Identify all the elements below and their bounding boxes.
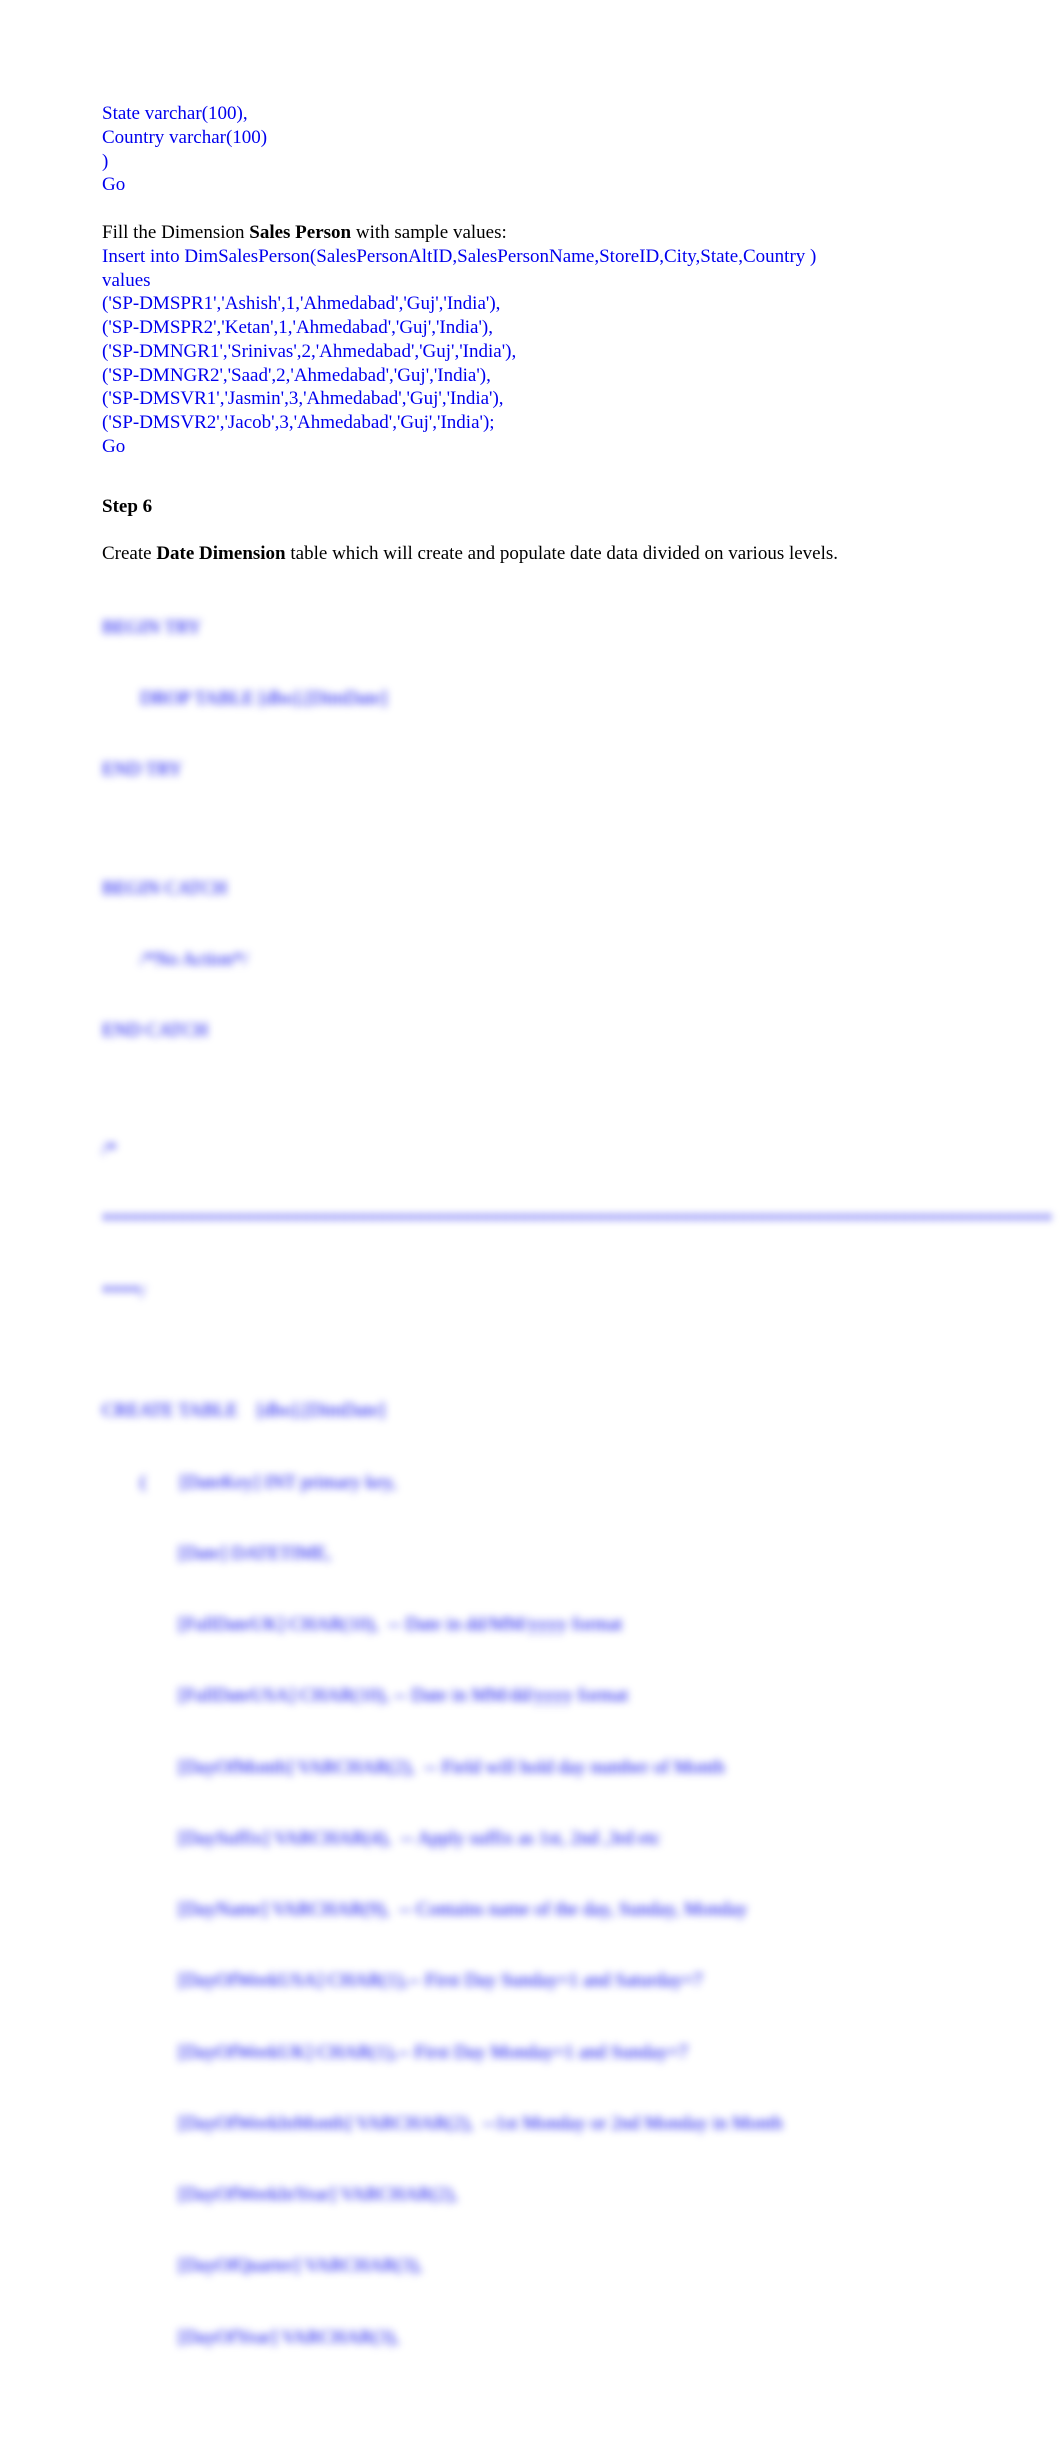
code-line: ) bbox=[102, 150, 960, 174]
code-line: [FullDateUSA] CHAR(10), -- Date in MM/dd… bbox=[102, 1684, 960, 1708]
fill-bold: Sales Person bbox=[249, 222, 351, 243]
code-line: /*No Action*/ bbox=[102, 948, 960, 972]
code-line: [DayOfMonth] VARCHAR(2), -- Field will h… bbox=[102, 1756, 960, 1780]
code-line: [Date] DATETIME, bbox=[102, 1542, 960, 1566]
code-line: Country varchar(100) bbox=[102, 126, 960, 150]
code-line: Go bbox=[102, 435, 960, 459]
code-line: CREATE TABLE [dbo].[DimDate] bbox=[102, 1399, 960, 1423]
code-line: DROP TABLE [dbo].[DimDate] bbox=[102, 687, 960, 711]
step6-description: Create Date Dimension table which will c… bbox=[102, 542, 960, 566]
code-line: values bbox=[102, 269, 960, 293]
code-line: ('SP-DMNGR1','Srinivas',2,'Ahmedabad','G… bbox=[102, 340, 960, 364]
step6-heading: Step 6 bbox=[102, 495, 960, 519]
code-line: [FullDateUK] CHAR(10), -- Date in dd/MM/… bbox=[102, 1613, 960, 1637]
code-line: Go bbox=[102, 173, 960, 197]
step6-desc-prefix: Create bbox=[102, 543, 156, 564]
code-line: BEGIN TRY bbox=[102, 616, 960, 640]
code-line: ('SP-DMSVR2','Jacob',3,'Ahmedabad','Guj'… bbox=[102, 411, 960, 435]
code-line: State varchar(100), bbox=[102, 102, 960, 126]
fill-suffix: with sample values: bbox=[351, 222, 507, 243]
code-line: [DayOfYear] VARCHAR(3), bbox=[102, 2326, 960, 2350]
code-block-2: Insert into DimSalesPerson(SalesPersonAl… bbox=[102, 245, 960, 459]
code-line: END CATCH bbox=[102, 1019, 960, 1043]
code-line: Insert into DimSalesPerson(SalesPersonAl… bbox=[102, 245, 960, 269]
code-line: ('SP-DMNGR2','Saad',2,'Ahmedabad','Guj',… bbox=[102, 364, 960, 388]
fill-dimension-label: Fill the Dimension Sales Person with sam… bbox=[102, 221, 960, 245]
code-line: ****/ bbox=[102, 1281, 960, 1305]
code-line: END TRY bbox=[102, 758, 960, 782]
code-line: ('SP-DMSPR1','Ashish',1,'Ahmedabad','Guj… bbox=[102, 292, 960, 316]
code-line: /* bbox=[102, 1138, 960, 1162]
code-line: [DayName] VARCHAR(9), -- Contains name o… bbox=[102, 1898, 960, 1922]
fill-prefix: Fill the Dimension bbox=[102, 222, 249, 243]
code-line: ('SP-DMSPR2','Ketan',1,'Ahmedabad','Guj'… bbox=[102, 316, 960, 340]
code-line: [DayOfWeekUSA] CHAR(1),-- First Day Sund… bbox=[102, 1969, 960, 1993]
step6-desc-bold: Date Dimension bbox=[156, 543, 285, 564]
code-line: [DayOfWeekInMonth] VARCHAR(2), --1st Mon… bbox=[102, 2112, 960, 2136]
code-line: [DayOfWeekUK] CHAR(1),-- First Day Monda… bbox=[102, 2041, 960, 2065]
code-line: ('SP-DMSVR1','Jasmin',3,'Ahmedabad','Guj… bbox=[102, 387, 960, 411]
code-line: ****************************************… bbox=[102, 1209, 960, 1233]
code-line: ( [DateKey] INT primary key, bbox=[102, 1471, 960, 1495]
code-line: [DayOfQuarter] VARCHAR(3), bbox=[102, 2254, 960, 2278]
code-line: [DaySuffix] VARCHAR(4), -- Apply suffix … bbox=[102, 1827, 960, 1851]
code-line: BEGIN CATCH bbox=[102, 877, 960, 901]
step6-desc-suffix: table which will create and populate dat… bbox=[286, 543, 838, 564]
blurred-code-block: BEGIN TRY DROP TABLE [dbo].[DimDate] END… bbox=[102, 568, 960, 2373]
code-block-1: State varchar(100), Country varchar(100)… bbox=[102, 102, 960, 197]
code-line: [DayOfWeekInYear] VARCHAR(2), bbox=[102, 2183, 960, 2207]
